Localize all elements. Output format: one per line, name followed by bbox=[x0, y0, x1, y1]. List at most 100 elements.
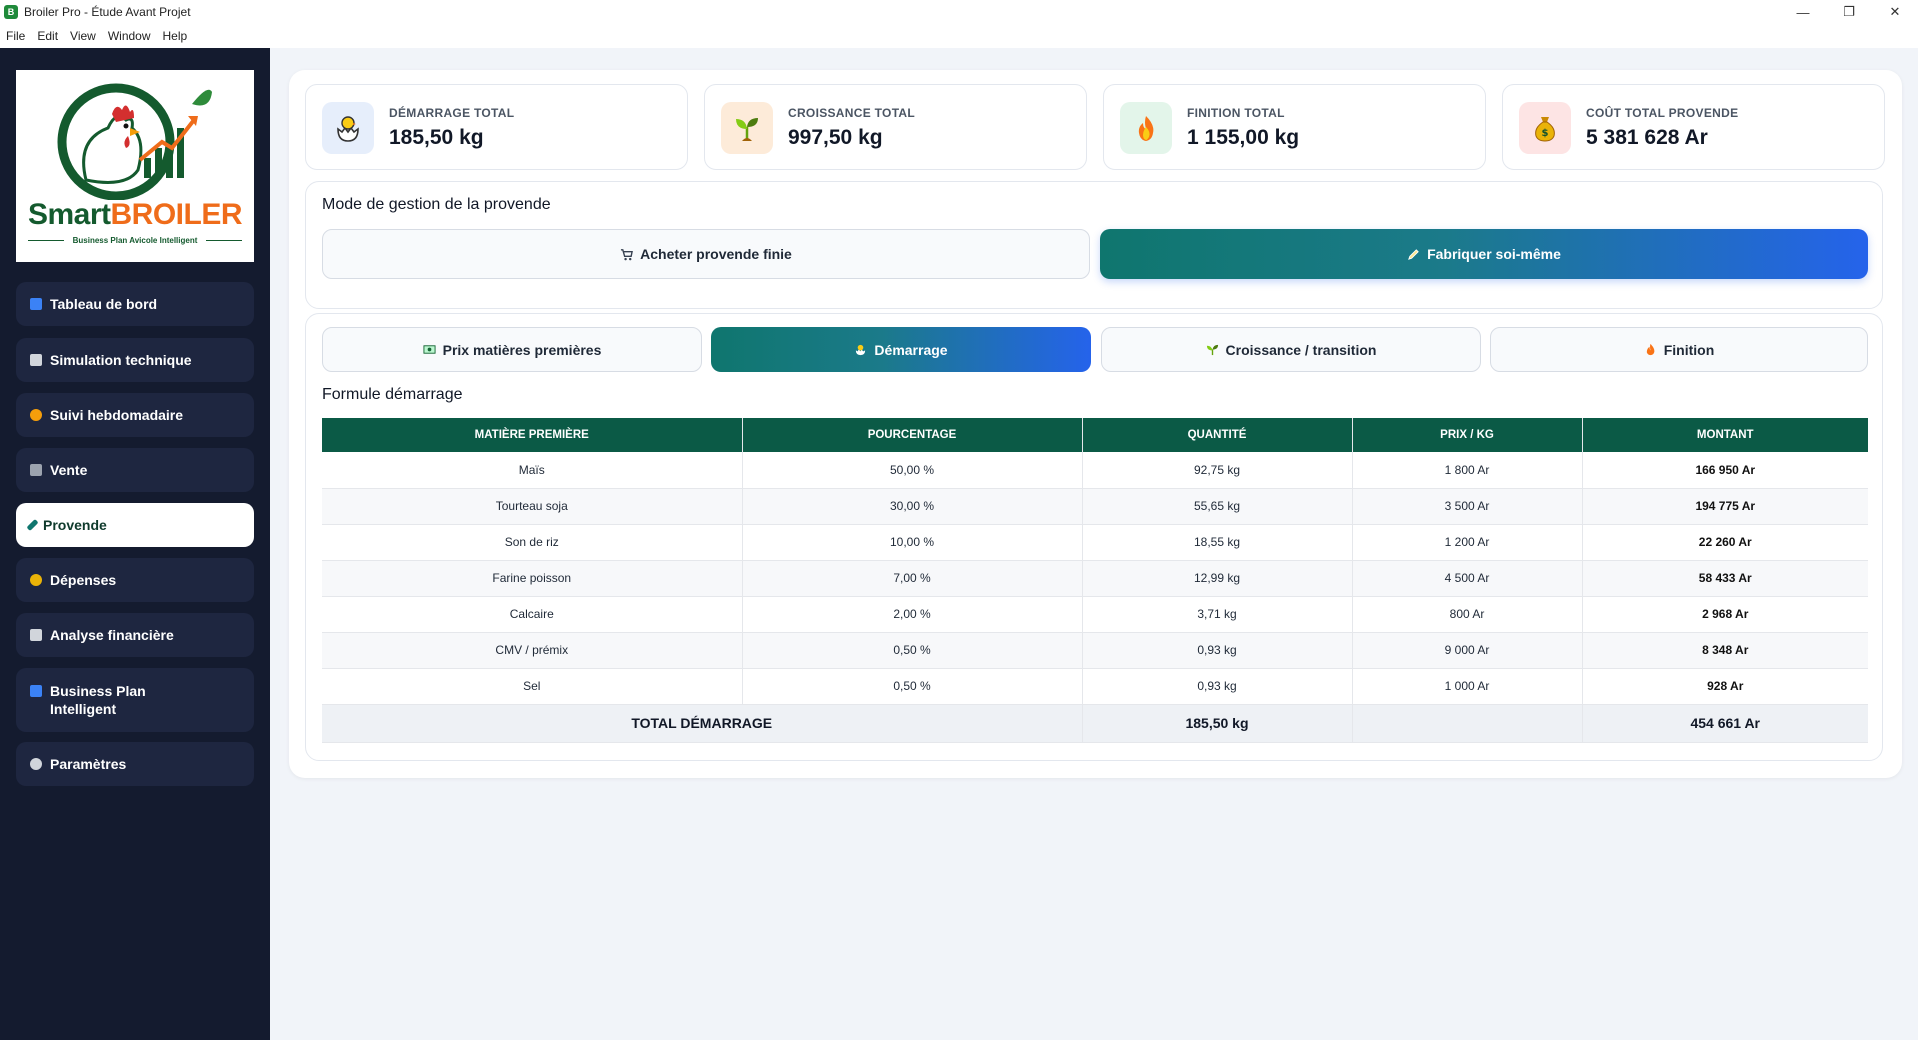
sidebar-item-label: Analyse financière bbox=[50, 627, 174, 643]
cell-ingredient: Tourteau soja bbox=[322, 488, 743, 525]
sidebar-item-depenses[interactable]: Dépenses bbox=[16, 558, 254, 602]
column-header: MATIÈRE PREMIÈRE bbox=[322, 418, 743, 452]
menu-edit[interactable]: Edit bbox=[37, 29, 58, 43]
stat-value: 1 155,00 kg bbox=[1187, 126, 1300, 149]
cell-amount: 166 950 Ar bbox=[1582, 452, 1868, 489]
logo-smart-text: Smart bbox=[27, 198, 111, 231]
table-row: Tourteau soja 30,00 % 55,65 kg 3 500 Ar … bbox=[322, 488, 1868, 525]
column-header: QUANTITÉ bbox=[1082, 418, 1353, 452]
minimize-button[interactable]: — bbox=[1780, 0, 1826, 24]
stat-label: DÉMARRAGE TOTAL bbox=[389, 106, 515, 120]
stat-card-cout-total: $ COÛT TOTAL PROVENDE 5 381 628 Ar bbox=[1502, 84, 1885, 170]
sidebar-item-parametres[interactable]: Paramètres bbox=[16, 742, 254, 786]
sidebar-item-suivi-hebdomadaire[interactable]: Suivi hebdomadaire bbox=[16, 393, 254, 437]
fire-icon bbox=[1120, 102, 1172, 154]
cell-quantity: 0,93 kg bbox=[1082, 632, 1353, 669]
sidebar-item-label: Dépenses bbox=[50, 572, 117, 588]
tab-label: Démarrage bbox=[874, 341, 948, 358]
sidebar-item-label: Business Plan Intelligent bbox=[50, 683, 146, 717]
cell-ingredient: CMV / prémix bbox=[322, 632, 743, 669]
cell-percentage: 30,00 % bbox=[742, 488, 1083, 525]
total-price bbox=[1352, 704, 1583, 743]
sidebar-item-analyse-financiere[interactable]: Analyse financière bbox=[16, 613, 254, 657]
cell-percentage: 0,50 % bbox=[742, 668, 1083, 705]
sidebar-item-tableau-de-bord[interactable]: Tableau de bord bbox=[16, 282, 254, 326]
rooster-logo-icon bbox=[57, 83, 212, 201]
bar-chart-icon bbox=[30, 298, 42, 310]
column-header: PRIX / KG bbox=[1352, 418, 1583, 452]
tab-label: Finition bbox=[1663, 341, 1715, 358]
sidebar-item-simulation-technique[interactable]: Simulation technique bbox=[16, 338, 254, 382]
stat-label: CROISSANCE TOTAL bbox=[788, 106, 916, 120]
tab-croissance-transition[interactable]: Croissance / transition bbox=[1101, 327, 1481, 372]
sidebar-item-label: Vente bbox=[50, 462, 88, 478]
cell-ingredient: Maïs bbox=[322, 452, 743, 489]
column-header: MONTANT bbox=[1582, 418, 1868, 452]
menu-file[interactable]: File bbox=[6, 29, 25, 43]
buy-feed-button[interactable]: Acheter provende finie bbox=[322, 229, 1090, 279]
sidebar-item-label: Suivi hebdomadaire bbox=[50, 407, 184, 423]
cell-price: 4 500 Ar bbox=[1352, 560, 1583, 597]
menu-bar: File Edit View Window Help bbox=[0, 24, 1918, 48]
cell-price: 800 Ar bbox=[1352, 596, 1583, 633]
cell-ingredient: Calcaire bbox=[322, 596, 743, 633]
logo-broiler-text: BROILER bbox=[110, 198, 243, 231]
stat-label: FINITION TOTAL bbox=[1187, 106, 1285, 120]
table-row: Farine poisson 7,00 % 12,99 kg 4 500 Ar … bbox=[322, 560, 1868, 597]
tab-finition[interactable]: Finition bbox=[1490, 327, 1868, 372]
total-amount: 454 661 Ar bbox=[1582, 704, 1868, 743]
sidebar-item-vente[interactable]: Vente bbox=[16, 448, 254, 492]
cell-percentage: 50,00 % bbox=[742, 452, 1083, 489]
sidebar-item-label: Provende bbox=[43, 517, 107, 533]
table-total-row: TOTAL DÉMARRAGE 185,50 kg 454 661 Ar bbox=[322, 704, 1868, 743]
fire-icon bbox=[1646, 343, 1655, 356]
cell-percentage: 0,50 % bbox=[742, 632, 1083, 669]
stat-card-croissance: CROISSANCE TOTAL 997,50 kg bbox=[704, 84, 1087, 170]
cart-icon bbox=[621, 248, 634, 260]
tab-prix-matieres-premieres[interactable]: Prix matières premières bbox=[322, 327, 702, 372]
tab-label: Prix matières premières bbox=[442, 341, 602, 358]
make-feed-label: Fabriquer soi-même bbox=[1427, 246, 1561, 262]
seedling-icon bbox=[1206, 344, 1218, 356]
cell-quantity: 0,93 kg bbox=[1082, 668, 1353, 705]
maximize-button[interactable]: ❐ bbox=[1826, 0, 1872, 24]
menu-help[interactable]: Help bbox=[163, 29, 188, 43]
cell-ingredient: Sel bbox=[322, 668, 743, 705]
cell-price: 1 800 Ar bbox=[1352, 452, 1583, 489]
sidebar: SmartBROILER Business Plan Avicole Intel… bbox=[0, 48, 270, 1040]
hatching-chick-icon bbox=[322, 102, 374, 154]
stat-label: COÛT TOTAL PROVENDE bbox=[1586, 106, 1739, 120]
menu-view[interactable]: View bbox=[70, 29, 96, 43]
cell-amount: 2 968 Ar bbox=[1582, 596, 1868, 633]
table-row: Maïs 50,00 % 92,75 kg 1 800 Ar 166 950 A… bbox=[322, 452, 1868, 489]
hatching-chick-icon bbox=[856, 344, 866, 356]
stat-value: 5 381 628 Ar bbox=[1586, 126, 1708, 149]
cell-quantity: 3,71 kg bbox=[1082, 596, 1353, 633]
table-row: Son de riz 10,00 % 18,55 kg 1 200 Ar 22 … bbox=[322, 524, 1868, 561]
stat-card-finition: FINITION TOTAL 1 155,00 kg bbox=[1103, 84, 1486, 170]
cell-price: 3 500 Ar bbox=[1352, 488, 1583, 525]
mode-section-title: Mode de gestion de la provende bbox=[322, 196, 551, 213]
cell-amount: 8 348 Ar bbox=[1582, 632, 1868, 669]
stat-card-demarrage: DÉMARRAGE TOTAL 185,50 kg bbox=[305, 84, 688, 170]
svg-text:$: $ bbox=[1542, 128, 1549, 139]
sidebar-item-provende[interactable]: Provende bbox=[16, 503, 254, 547]
menu-window[interactable]: Window bbox=[108, 29, 151, 43]
sidebar-item-business-plan[interactable]: Business Plan Intelligent bbox=[16, 668, 254, 732]
cell-price: 1 200 Ar bbox=[1352, 524, 1583, 561]
sidebar-item-label: Simulation technique bbox=[50, 352, 192, 368]
cell-amount: 194 775 Ar bbox=[1582, 488, 1868, 525]
cell-percentage: 2,00 % bbox=[742, 596, 1083, 633]
cell-amount: 928 Ar bbox=[1582, 668, 1868, 705]
title-bar: B Broiler Pro - Étude Avant Projet — ❐ ✕ bbox=[0, 0, 1918, 24]
tab-label: Croissance / transition bbox=[1225, 341, 1377, 358]
table-header-row: MATIÈRE PREMIÈRE POURCENTAGE QUANTITÉ PR… bbox=[322, 418, 1868, 452]
column-header: POURCENTAGE bbox=[742, 418, 1083, 452]
make-feed-button[interactable]: Fabriquer soi-même bbox=[1100, 229, 1868, 279]
close-button[interactable]: ✕ bbox=[1872, 0, 1918, 24]
pencil-icon bbox=[26, 518, 39, 532]
total-quantity: 185,50 kg bbox=[1082, 704, 1353, 743]
tab-demarrage[interactable]: Démarrage bbox=[711, 327, 1091, 372]
cell-amount: 58 433 Ar bbox=[1582, 560, 1868, 597]
money-bag-icon bbox=[30, 574, 42, 586]
